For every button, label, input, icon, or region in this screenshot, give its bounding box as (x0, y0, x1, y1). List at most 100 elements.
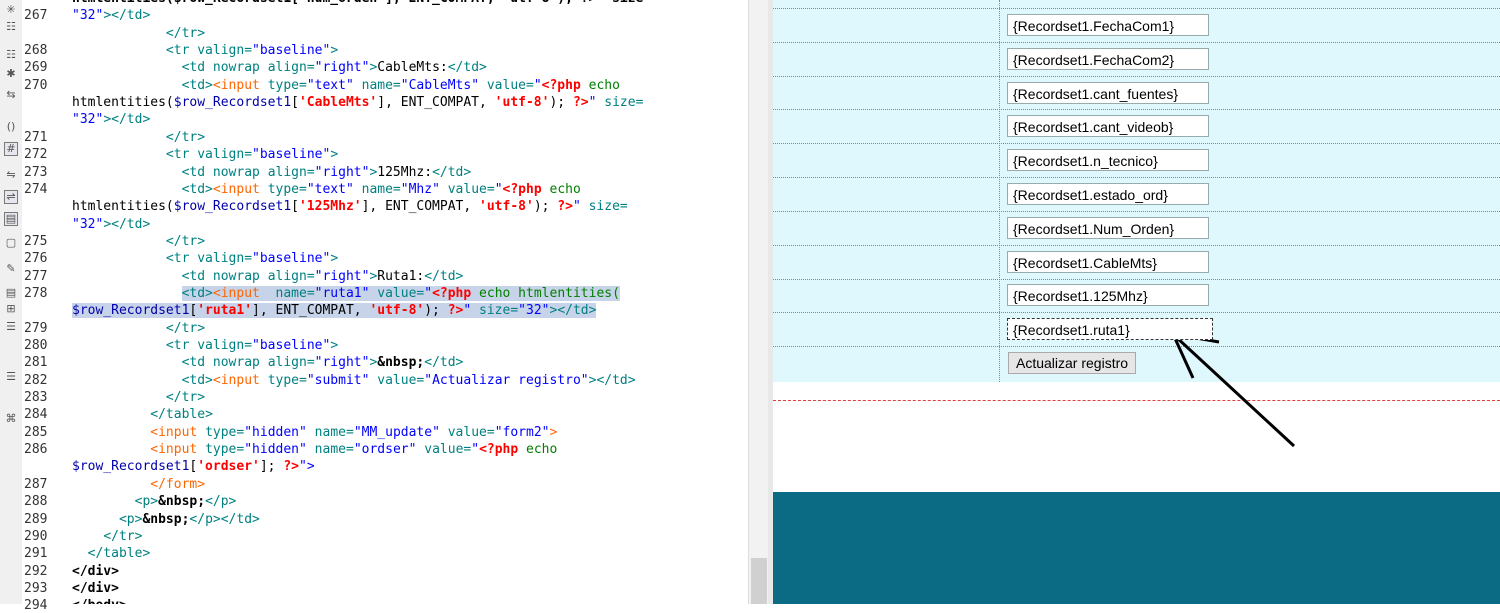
code-hint-icon[interactable]: ⌘ (4, 412, 18, 426)
code-line: <td nowrap align="right">&nbsp;</td> (72, 355, 464, 371)
code-token: nowrap (212, 268, 268, 284)
code-token: </p></td> (189, 511, 260, 527)
record-field-input[interactable]: {Recordset1.Num_Orden} (1007, 216, 1209, 239)
code-token: $row_Recordset1 (173, 95, 292, 111)
comment-icon[interactable]: ▤ (4, 212, 18, 226)
code-token: name= (361, 77, 401, 93)
code-token: name= (314, 424, 354, 440)
code-token: "Mhz" (400, 181, 448, 197)
line-number: 294 (24, 598, 48, 613)
code-token: nowrap (212, 164, 268, 180)
code-token: <td> (181, 77, 213, 93)
record-field-input[interactable]: {Recordset1.n_tecnico} (1007, 149, 1209, 172)
record-field-input[interactable]: {Recordset1.cant_fuentes} (1007, 81, 1209, 104)
code-token: 'utf-8' (479, 199, 534, 215)
record-field-input[interactable]: {Recordset1.125Mhz} (1007, 284, 1209, 307)
highlight-icon[interactable]: ⇋ (4, 168, 18, 182)
code-token: ]; (259, 459, 284, 475)
line-number: 292 (24, 563, 48, 579)
code-line: <td nowrap align="right">CableMts:</td> (72, 60, 487, 75)
code-token: Ruta1: (377, 268, 425, 284)
sparkle-icon[interactable]: ✳ (4, 3, 18, 17)
code-token: align= (267, 268, 315, 284)
snippet-icon[interactable]: ✎ (4, 262, 18, 276)
code-line: <tr valign="baseline"> (72, 338, 338, 353)
code-token: echo (588, 77, 620, 93)
line-number: 267 (24, 8, 48, 24)
code-line: <td nowrap align="right">Ruta1:</td> (72, 268, 464, 284)
code-token: > (330, 251, 339, 267)
code-token: </tr> (165, 233, 206, 249)
code-token: </td> (447, 60, 487, 76)
code-line: htmlentities($row_Recordset1['num_orden'… (72, 0, 651, 6)
scrollbar-thumb[interactable] (751, 558, 767, 604)
outdent-icon[interactable]: ☰ (4, 370, 18, 384)
code-line: <input type="hidden" name="ordser" value… (72, 442, 557, 457)
code-token: size= (604, 95, 644, 111)
code-token: <td (181, 268, 213, 284)
code-token: <p> (134, 494, 159, 510)
code-token: <tr (165, 147, 198, 163)
uncomment-icon[interactable]: ▢ (4, 236, 18, 250)
code-token: </div> (72, 563, 119, 579)
move-css-icon[interactable]: ▤ (4, 286, 18, 300)
code-token: "right" (314, 268, 370, 284)
expand-icon[interactable]: ☷ (4, 20, 18, 34)
record-field-input[interactable]: {Recordset1.cant_videob} (1007, 115, 1209, 138)
code-token: <?php (541, 77, 589, 93)
code-token: $row_Recordset1 (173, 199, 292, 215)
line-number: 273 (24, 164, 48, 180)
code-token: " (471, 442, 480, 458)
record-field-input[interactable]: {Recordset1.FechaCom1} (1007, 14, 1209, 36)
code-token: <input (212, 285, 276, 301)
code-token: "CableMts" (400, 77, 487, 93)
format-icon[interactable]: ⊞ (4, 302, 18, 316)
line-numbers-icon[interactable]: # (4, 142, 18, 156)
line-number: 269 (24, 60, 48, 76)
code-line: "32"></td> (72, 217, 150, 232)
syntax-icon[interactable]: ⇌ (4, 190, 18, 204)
collapse-icon[interactable]: ☷ (4, 48, 18, 62)
line-number: 284 (24, 407, 48, 423)
record-field-input[interactable]: {Recordset1.FechaCom2} (1007, 47, 1209, 70)
line-number: 278 (24, 285, 48, 301)
code-token: htmlentities( (72, 95, 174, 111)
code-token: </table> (87, 546, 151, 562)
code-token: </td> (111, 216, 151, 232)
code-token: htmlentities( (72, 199, 174, 215)
code-scrollbar[interactable] (748, 0, 769, 604)
code-token: [ (291, 199, 299, 215)
indent-icon[interactable]: ☰ (4, 320, 18, 334)
wrap-icon[interactable]: ⇆ (4, 88, 18, 102)
design-view[interactable]: Actualizar registro {Recordset1.FechaCom… (773, 0, 1500, 604)
line-number: 282 (24, 372, 48, 388)
record-field-input[interactable]: {Recordset1.CableMts} (1007, 250, 1209, 273)
balance-icon[interactable]: () (4, 120, 18, 134)
code-toolbar: ✳ ☷ ☷ ✱ ⇆ () # ⇋ ⇌ ▤ ▢ ✎ ▤ ⊞ ☰ ☰ ⌘ (0, 0, 23, 604)
code-line: <td><input type="text" name="Mhz" value=… (72, 182, 581, 197)
code-token: "32" (72, 8, 104, 24)
record-field-input[interactable]: {Recordset1.ruta1} (1007, 318, 1213, 341)
code-token: ); (424, 303, 448, 319)
record-field-input[interactable]: {Recordset1.estado_ord} (1007, 183, 1209, 205)
code-token: echo (549, 181, 581, 197)
code-token: <td> (181, 285, 213, 301)
code-token: align= (267, 355, 315, 371)
code-token: value= (377, 372, 425, 388)
code-token: valign= (197, 338, 253, 353)
select-parent-icon[interactable]: ✱ (4, 67, 18, 81)
code-token: " (533, 77, 542, 93)
code-line: </table> (72, 546, 151, 562)
code-token: </td> (432, 164, 472, 180)
code-editor[interactable]: htmlentities($row_Recordset1['num_orden'… (68, 0, 748, 604)
code-token: "form2" (494, 424, 550, 440)
